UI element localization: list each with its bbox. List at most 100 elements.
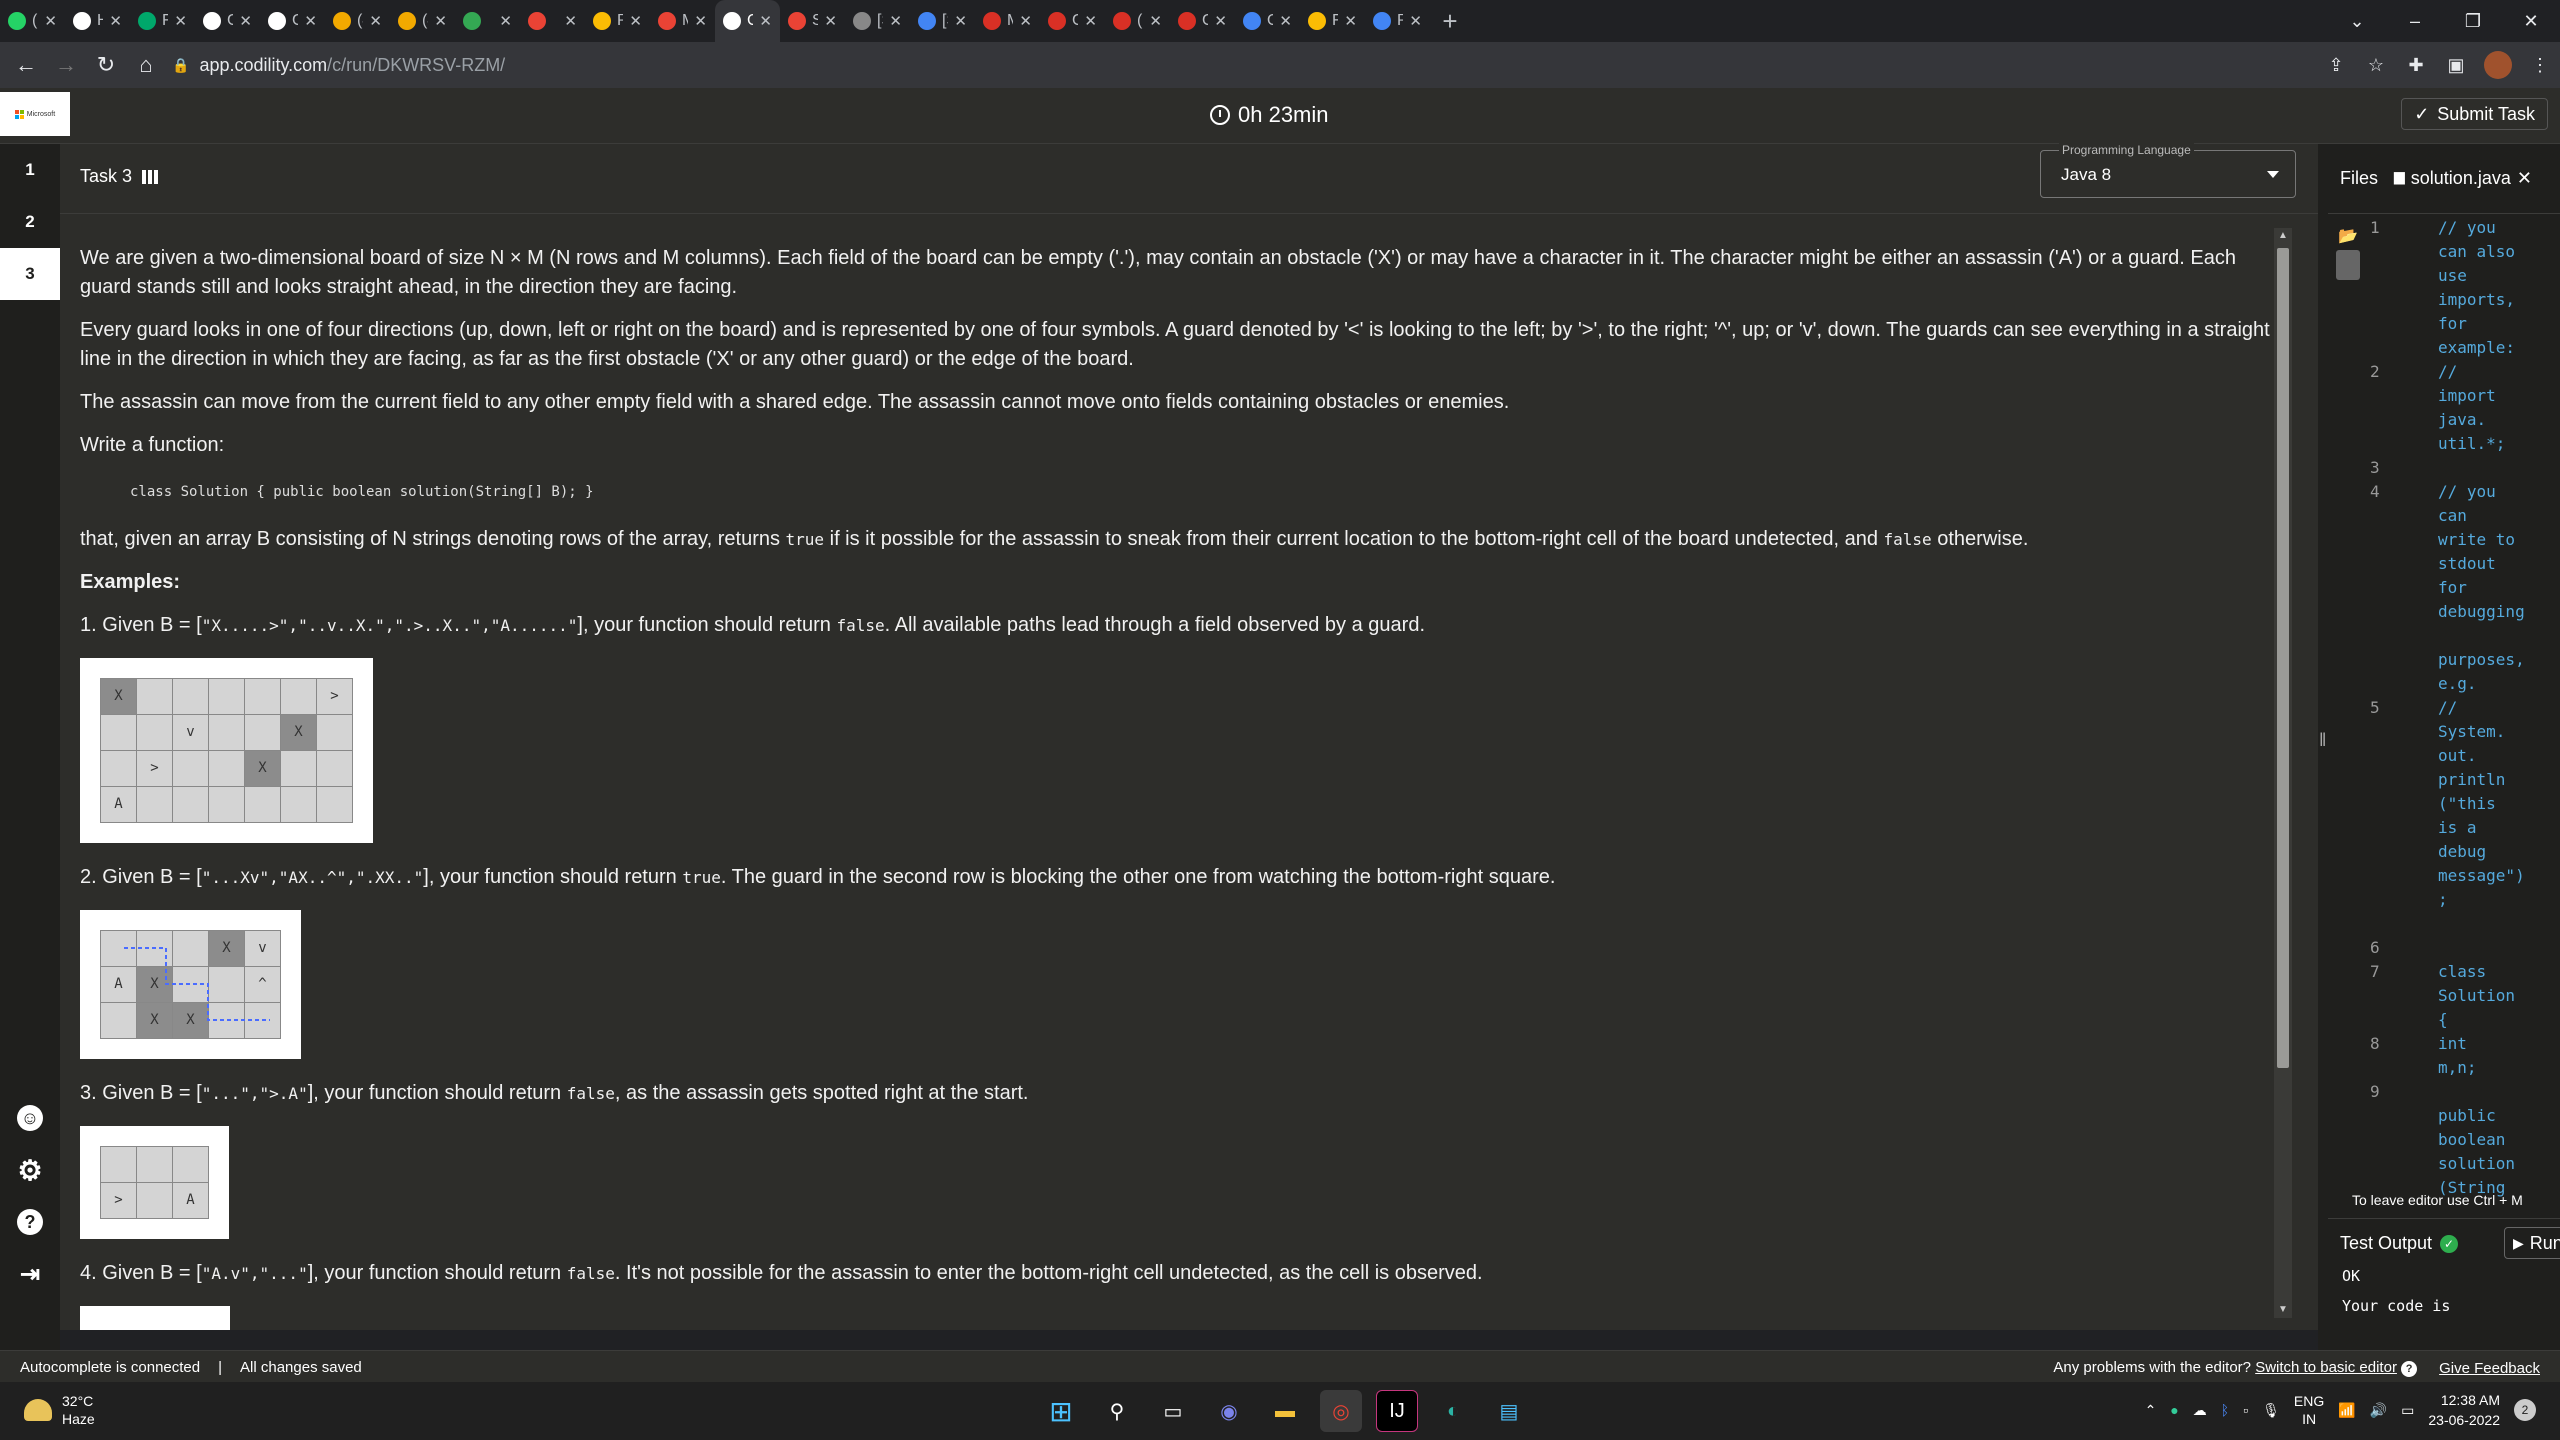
code-line[interactable]: can xyxy=(2438,504,2467,528)
tray-overflow-icon[interactable]: ⌃ xyxy=(2145,1402,2157,1419)
close-tab-icon[interactable]: ✕ xyxy=(1344,12,1357,30)
scrollbar-thumb[interactable] xyxy=(2277,248,2289,1068)
browser-tab[interactable]: Cod ✕ xyxy=(715,0,780,42)
panel-splitter[interactable]: ‖ xyxy=(2318,144,2328,1350)
solution-file-tab[interactable]: ▆ solution.java ✕ xyxy=(2394,168,2532,189)
close-tab-icon[interactable]: ✕ xyxy=(239,12,252,30)
notepad-icon[interactable]: ▤ xyxy=(1488,1390,1530,1432)
bluetooth-icon[interactable]: ᛒ xyxy=(2221,1402,2229,1418)
code-line[interactable]: boolean xyxy=(2438,1128,2505,1152)
system-clock[interactable]: 12:38 AM 23-06-2022 xyxy=(2428,1390,2500,1430)
code-line[interactable]: // xyxy=(2438,360,2457,384)
browser-tab[interactable]: Pro ✕ xyxy=(1365,0,1430,42)
code-line[interactable]: purposes, xyxy=(2438,648,2525,672)
description-scrollbar[interactable]: ▲ ▼ xyxy=(2274,228,2292,1318)
wifi-icon[interactable]: 📶 xyxy=(2338,1402,2355,1419)
close-tab-icon[interactable]: ✕ xyxy=(434,12,447,30)
task-nav-item-1[interactable]: 1 xyxy=(0,144,60,196)
browser-tab[interactable]: Mic ✕ xyxy=(650,0,715,42)
accessibility-button[interactable]: ☺ xyxy=(0,1092,60,1144)
close-tab-icon[interactable]: ✕ xyxy=(759,12,772,30)
browser-tab[interactable]: ✕ xyxy=(455,0,520,42)
scroll-down-icon[interactable]: ▼ xyxy=(2277,1304,2289,1316)
code-line[interactable]: println xyxy=(2438,768,2505,792)
search-icon[interactable]: ⚲ xyxy=(1096,1390,1138,1432)
code-line[interactable]: is a xyxy=(2438,816,2477,840)
close-icon[interactable]: ✕ xyxy=(2517,168,2532,189)
close-tab-icon[interactable]: ✕ xyxy=(889,12,902,30)
code-line[interactable]: example: xyxy=(2438,336,2515,360)
browser-tab[interactable]: Mai ✕ xyxy=(975,0,1040,42)
close-tab-icon[interactable]: ✕ xyxy=(1149,12,1162,30)
browser-tab[interactable]: Pho ✕ xyxy=(585,0,650,42)
close-tab-icon[interactable]: ✕ xyxy=(174,12,187,30)
browser-tab[interactable]: Give ✕ xyxy=(260,0,325,42)
files-tab[interactable]: Files xyxy=(2340,168,2378,189)
close-tab-icon[interactable]: ✕ xyxy=(369,12,382,30)
submit-task-button[interactable]: ✓ Submit Task xyxy=(2401,98,2548,130)
code-line[interactable]: // you xyxy=(2438,216,2496,240)
teams-chat-icon[interactable]: ◉ xyxy=(1208,1390,1250,1432)
browser-tab[interactable]: Sea ✕ xyxy=(780,0,845,42)
code-line[interactable]: debugging xyxy=(2438,600,2525,624)
tab-search-icon[interactable]: ⌄ xyxy=(2328,11,2386,32)
code-line[interactable]: Solution xyxy=(2438,984,2515,1008)
tray-app-icon[interactable]: ● xyxy=(2170,1402,2178,1418)
browser-tab[interactable]: Offi ✕ xyxy=(1235,0,1300,42)
close-tab-icon[interactable]: ✕ xyxy=(1279,12,1292,30)
code-line[interactable]: ; xyxy=(2438,888,2448,912)
code-line[interactable]: for xyxy=(2438,576,2467,600)
code-line[interactable]: util.*; xyxy=(2438,432,2505,456)
close-tab-icon[interactable]: ✕ xyxy=(1409,12,1422,30)
task-nav-item-2[interactable]: 2 xyxy=(0,196,60,248)
programming-language-select[interactable]: Programming Language Java 8 xyxy=(2040,143,2296,198)
code-line[interactable]: import xyxy=(2438,384,2496,408)
browser-tab[interactable]: [Sol ✕ xyxy=(845,0,910,42)
close-tab-icon[interactable]: ✕ xyxy=(1019,12,1032,30)
folder-icon[interactable]: 📂 xyxy=(2338,226,2358,246)
settings-button[interactable]: ⚙ xyxy=(0,1144,60,1196)
scroll-up-icon[interactable]: ▲ xyxy=(2277,230,2289,242)
bookmark-star-icon[interactable]: ☆ xyxy=(2356,55,2396,76)
edge-icon[interactable]: ◐ xyxy=(1432,1390,1474,1432)
restore-button[interactable]: ❐ xyxy=(2444,11,2502,32)
browser-tab[interactable]: GAT ✕ xyxy=(1170,0,1235,42)
code-line[interactable]: // you xyxy=(2438,480,2496,504)
code-line[interactable]: java. xyxy=(2438,408,2486,432)
close-tab-icon[interactable]: ✕ xyxy=(1214,12,1227,30)
browser-tab[interactable]: (8) \ ✕ xyxy=(0,0,65,42)
home-icon[interactable]: ⌂ xyxy=(126,52,166,78)
code-line[interactable]: solution xyxy=(2438,1152,2515,1176)
code-line[interactable]: ("this xyxy=(2438,792,2496,816)
code-line[interactable]: debug xyxy=(2438,840,2486,864)
browser-tab[interactable]: ✕ xyxy=(520,0,585,42)
run-button[interactable]: ▶ Run xyxy=(2504,1227,2560,1259)
weather-widget[interactable]: 32°C Haze xyxy=(24,1392,95,1428)
close-tab-icon[interactable]: ✕ xyxy=(304,12,317,30)
code-line[interactable]: can also xyxy=(2438,240,2515,264)
code-line[interactable]: // xyxy=(2438,696,2457,720)
code-line[interactable]: { xyxy=(2438,1008,2448,1032)
profile-avatar[interactable] xyxy=(2484,51,2512,79)
windows-start-icon[interactable]: ⊞ xyxy=(1040,1390,1082,1432)
lock-icon[interactable]: 🔒 xyxy=(172,57,189,74)
code-line[interactable]: e.g. xyxy=(2438,672,2477,696)
code-line[interactable]: stdout xyxy=(2438,552,2496,576)
chrome-icon[interactable]: ◎ xyxy=(1320,1390,1362,1432)
close-tab-icon[interactable]: ✕ xyxy=(629,12,642,30)
notification-badge[interactable]: 2 xyxy=(2514,1399,2536,1421)
code-area[interactable]: 1// you can also use imports, for example: 2//… xyxy=(2368,214,2560,1222)
exit-button[interactable]: ⇥ xyxy=(0,1248,60,1300)
tray-device-icon[interactable]: ▫ xyxy=(2243,1402,2248,1418)
file-tree-toggle[interactable] xyxy=(2336,250,2360,280)
browser-tab[interactable]: (4) C ✕ xyxy=(390,0,455,42)
sidepanel-icon[interactable]: ▣ xyxy=(2436,55,2476,76)
extensions-icon[interactable]: ✚ xyxy=(2396,55,2436,76)
help-icon[interactable]: ? xyxy=(2401,1361,2418,1377)
battery-icon[interactable]: ▭ xyxy=(2401,1402,2414,1419)
code-line[interactable]: message") xyxy=(2438,864,2525,888)
close-tab-icon[interactable]: ✕ xyxy=(694,12,707,30)
task-nav-item-3[interactable]: 3 xyxy=(0,248,60,300)
code-line[interactable]: for xyxy=(2438,312,2467,336)
browser-tab[interactable]: Fire ✕ xyxy=(1300,0,1365,42)
